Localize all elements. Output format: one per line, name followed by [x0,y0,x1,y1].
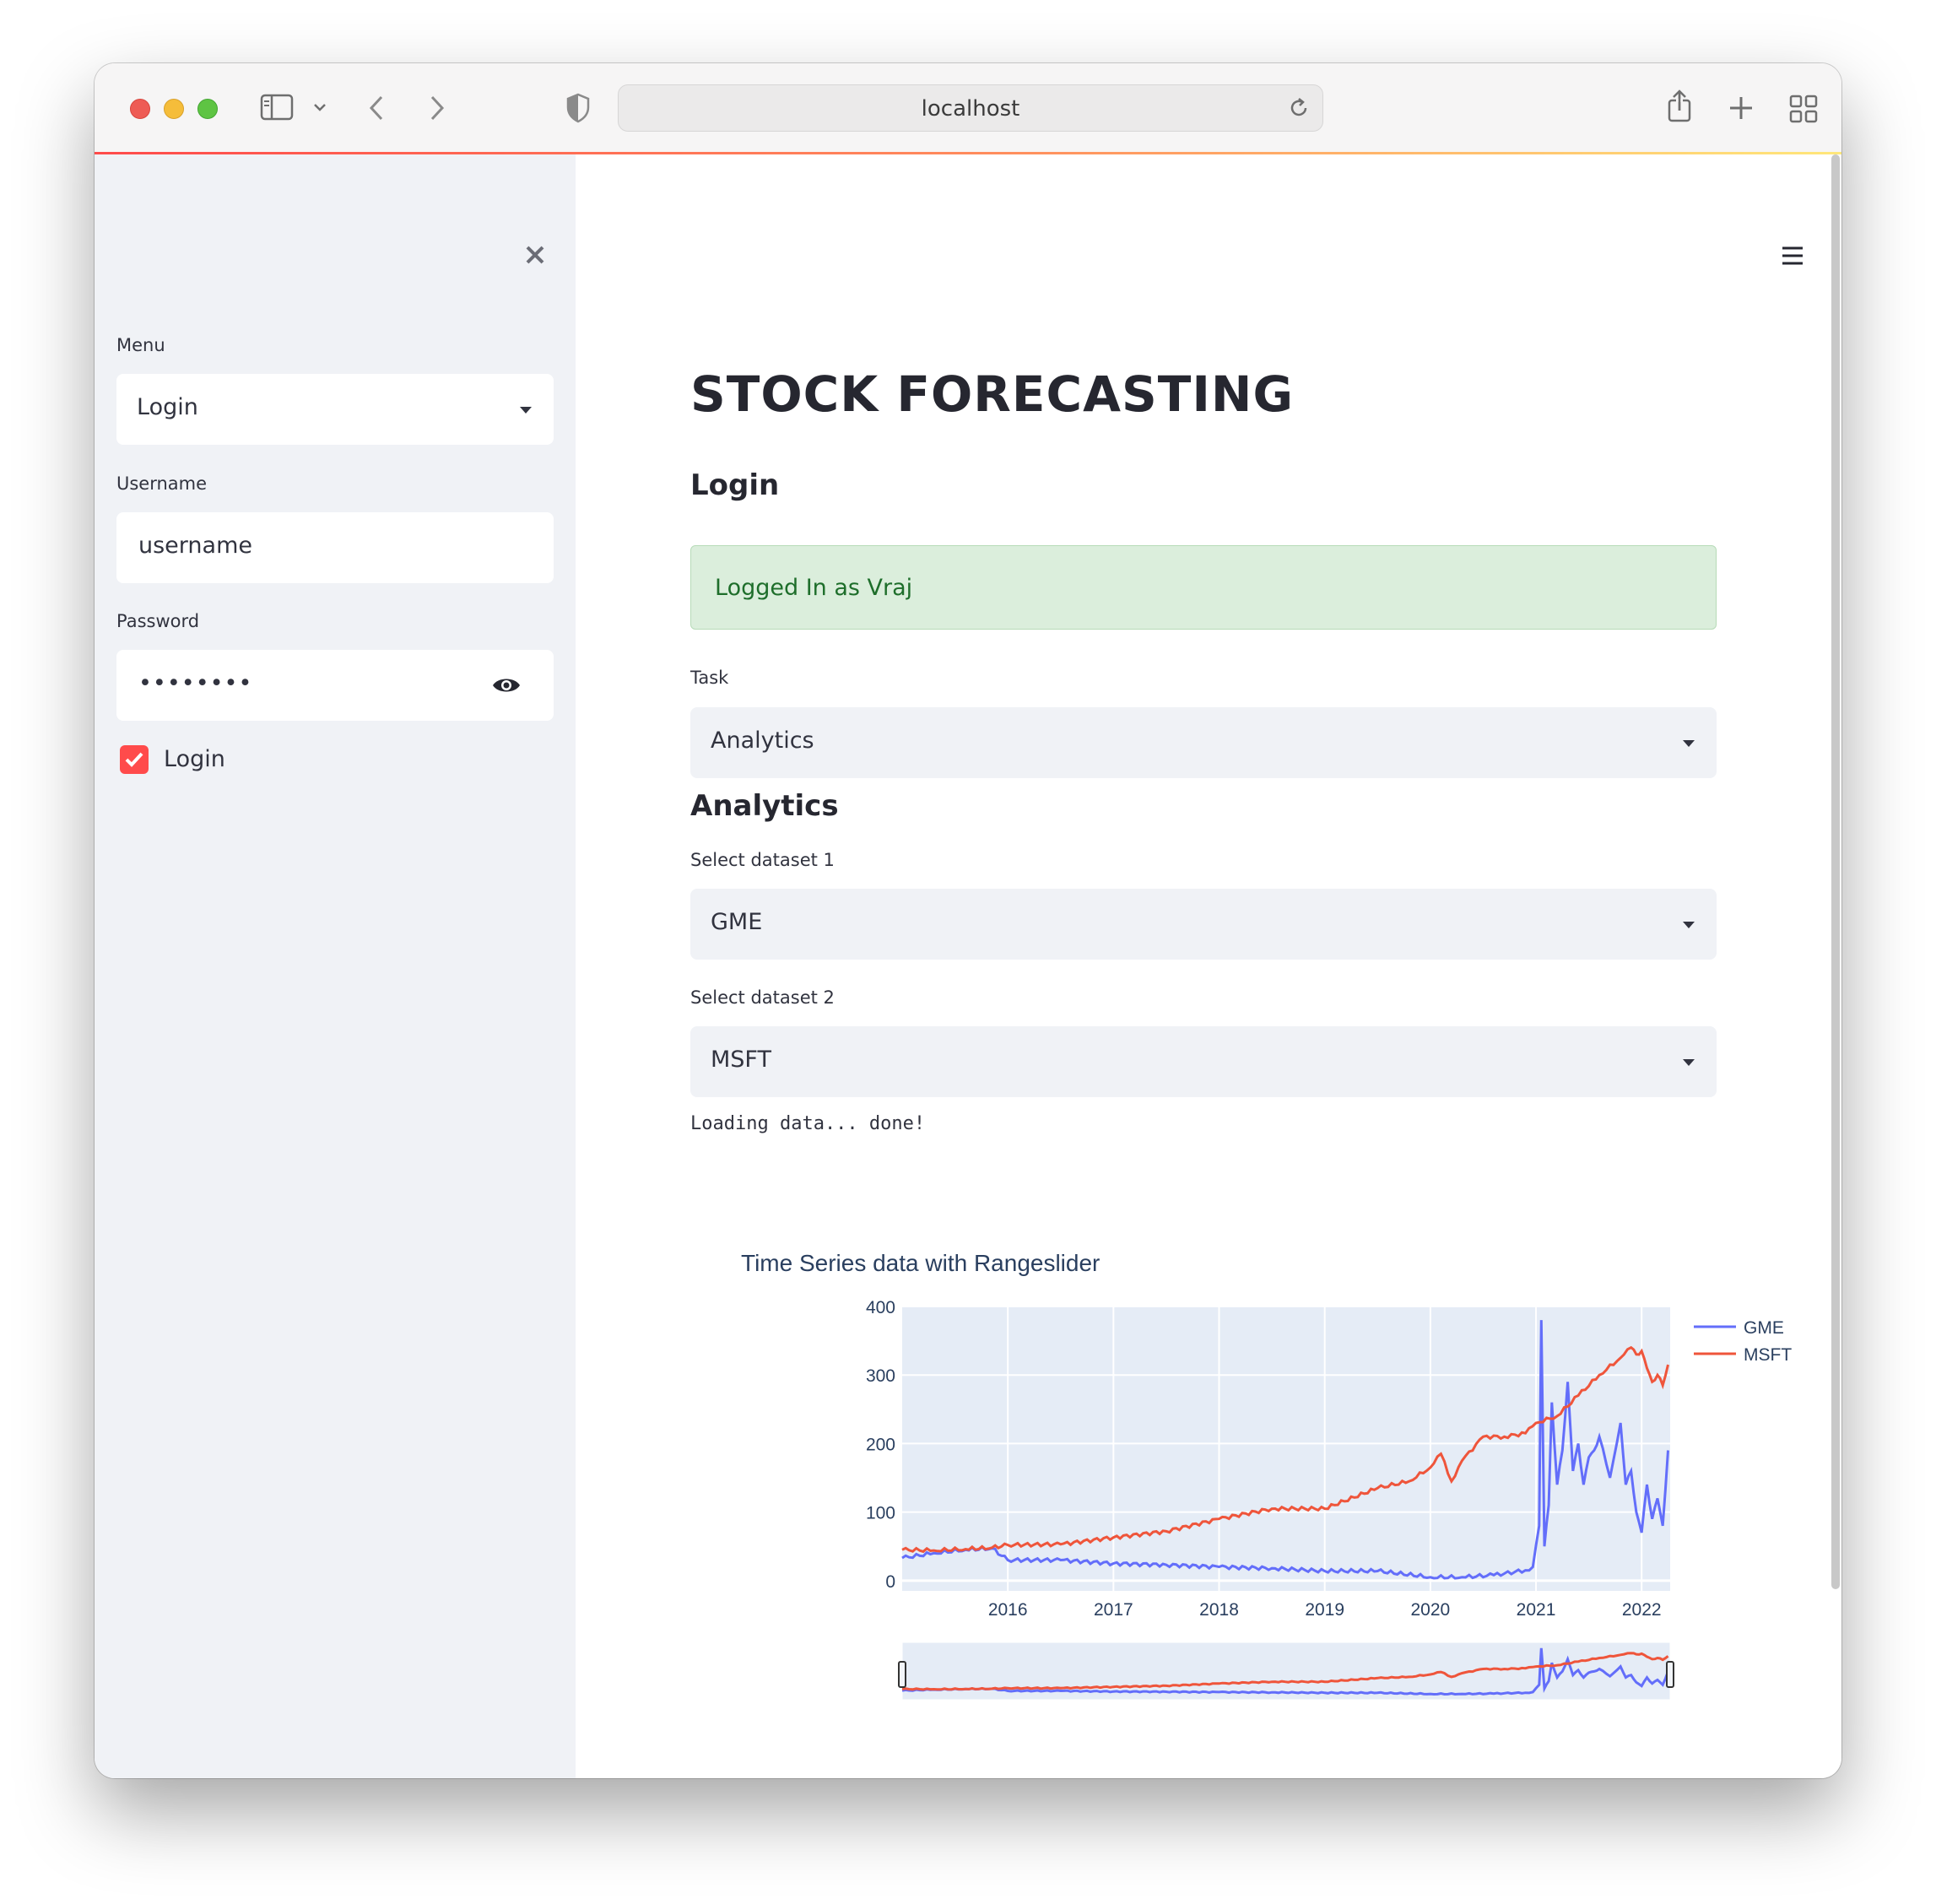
close-icon[interactable] [524,244,546,266]
rangeslider-right-handle[interactable] [1666,1661,1674,1688]
menu-select-value: Login [137,394,198,420]
page-scrollbar[interactable] [1831,154,1840,1589]
main-content: STOCK FORECASTING Login Logged In as Vra… [576,154,1841,1778]
minimize-window-button[interactable] [164,99,184,119]
chevron-down-icon[interactable] [312,100,327,114]
share-icon[interactable] [1664,89,1695,124]
y-tick-label: 0 [885,1572,895,1592]
sidebar-toggle-icon[interactable] [260,94,294,121]
back-icon[interactable] [366,94,387,122]
chart-title: Time Series data with Rangeslider [741,1250,1100,1276]
y-tick-label: 400 [866,1298,895,1317]
msft-legend-label[interactable]: MSFT [1744,1345,1792,1365]
forward-icon[interactable] [427,94,447,122]
y-tick-label: 100 [866,1504,895,1523]
reload-icon[interactable] [1287,96,1311,120]
new-tab-icon[interactable] [1728,95,1754,121]
address-text: localhost [921,96,1020,122]
username-label: Username [116,473,208,494]
login-checkbox-label: Login [164,746,225,772]
x-tick-label: 2022 [1622,1600,1662,1620]
x-tick-label: 2017 [1094,1600,1133,1620]
privacy-shield-icon[interactable] [565,93,591,123]
x-tick-label: 2020 [1411,1600,1451,1620]
y-tick-label: 200 [866,1435,895,1454]
tab-overview-icon[interactable] [1789,95,1818,123]
y-tick-label: 300 [866,1366,895,1386]
address-bar[interactable]: localhost [618,84,1323,132]
maximize-window-button[interactable] [197,99,218,119]
username-input[interactable]: username [116,512,554,583]
password-label: Password [116,611,200,631]
close-window-button[interactable] [130,99,150,119]
x-tick-label: 2018 [1199,1600,1239,1620]
gme-legend-label[interactable]: GME [1744,1318,1784,1338]
browser-window: localhost Menu Login Username username P… [95,63,1841,1778]
checkmark-icon [125,752,143,767]
x-tick-label: 2019 [1305,1600,1344,1620]
caret-down-icon [520,407,532,414]
menu-label: Menu [116,335,165,355]
login-checkbox[interactable] [120,745,149,774]
time-series-chart[interactable]: Time Series data with Rangeslider 0 100 20… [576,154,1841,1778]
password-input[interactable]: •••••••• [116,650,554,721]
rangeslider-left-handle[interactable] [898,1661,906,1688]
x-tick-label: 2021 [1517,1600,1556,1620]
sidebar: Menu Login Username username Password ••… [95,154,576,1778]
browser-toolbar: localhost [95,63,1841,153]
eye-icon[interactable] [491,675,522,695]
username-value: username [138,533,252,559]
menu-select[interactable]: Login [116,374,554,445]
x-tick-label: 2016 [988,1600,1028,1620]
password-value: •••••••• [138,670,253,696]
